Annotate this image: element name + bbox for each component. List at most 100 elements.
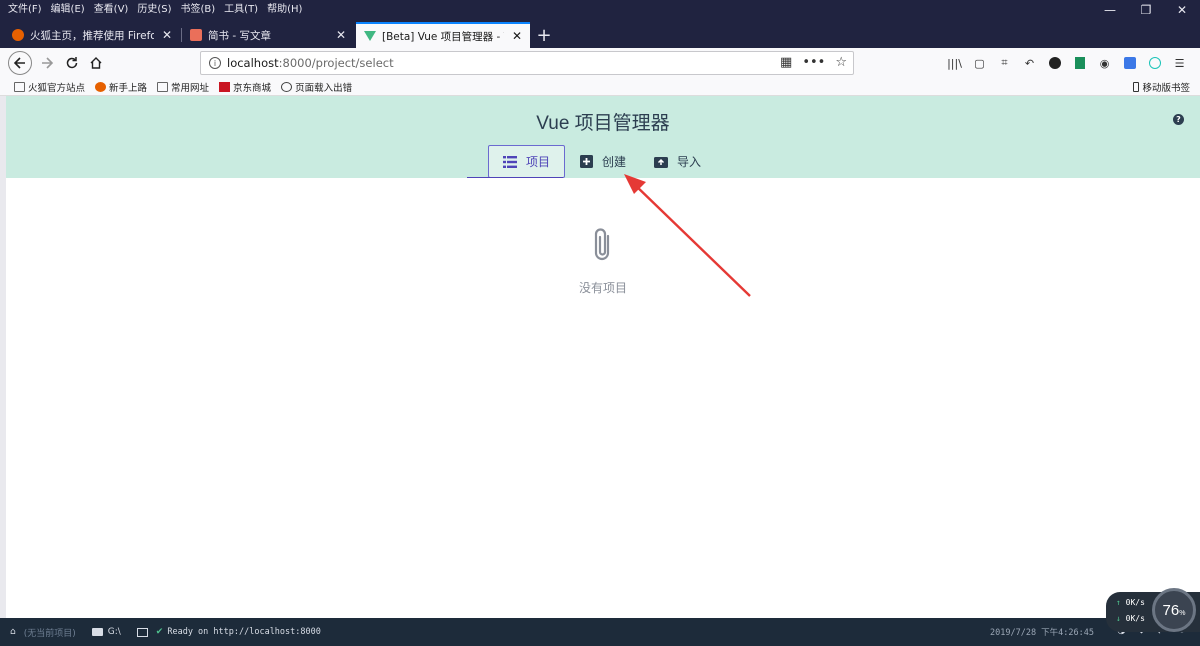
- tab-label: 导入: [677, 155, 702, 169]
- reload-button[interactable]: [61, 52, 83, 74]
- bookmark-item[interactable]: 新手上路: [95, 80, 147, 94]
- list-icon: [503, 155, 517, 168]
- import-icon: [654, 155, 669, 168]
- tab-projects[interactable]: 项目: [488, 145, 566, 178]
- check-icon: ✔: [155, 627, 164, 637]
- translate-icon[interactable]: [1121, 55, 1138, 71]
- gauge-value: 76: [1162, 601, 1180, 619]
- back-arrow-icon: [13, 57, 25, 69]
- bookmark-label: 常用网址: [171, 82, 210, 94]
- menu-item[interactable]: 编辑(E): [51, 0, 85, 15]
- sidebar-icon[interactable]: ▢: [971, 55, 988, 71]
- firefox-icon: [95, 81, 107, 92]
- menu-item[interactable]: 历史(S): [137, 0, 171, 15]
- tab-create[interactable]: 创建: [565, 145, 640, 178]
- page-actions-icon[interactable]: •••: [802, 55, 825, 70]
- bookmark-item[interactable]: 常用网址: [157, 80, 209, 94]
- undo-icon[interactable]: ↶: [1021, 55, 1038, 71]
- bookmark-label: 新手上路: [109, 82, 148, 94]
- toolbar-extensions: |||\ ▢ ⌗ ↶ ◉ ☰: [946, 55, 1188, 71]
- paperclip-icon: [592, 226, 614, 267]
- menu-icon[interactable]: ☰: [1171, 55, 1188, 71]
- home-icon: ⌂: [10, 627, 16, 637]
- home-button[interactable]: [85, 52, 107, 74]
- download-speed: ↓ 0K/s: [1116, 614, 1145, 623]
- app-header: Vue 项目管理器 ? 项目 创建 导入: [6, 96, 1200, 178]
- menu-bar: 文件(F) 编辑(E) 查看(V) 历史(S) 书签(B) 工具(T) 帮助(H): [0, 0, 1200, 15]
- menu-item[interactable]: 工具(T): [224, 0, 258, 15]
- restore-button[interactable]: ❐: [1128, 0, 1164, 20]
- menu-item[interactable]: 查看(V): [94, 0, 129, 15]
- statusbar-log[interactable]: ✔ Ready on http://localhost:8000: [136, 627, 321, 637]
- bookmark-label: 页面载入出错: [295, 82, 353, 94]
- project-tabs: 项目 创建 导入: [488, 145, 715, 178]
- url-host: localhost: [227, 56, 279, 70]
- bookmark-item[interactable]: 京东商城: [219, 80, 271, 94]
- page-title: Vue 项目管理器: [536, 113, 670, 134]
- statusbar-folder[interactable]: G:\: [91, 627, 121, 637]
- navigation-toolbar: i localhost:8000/project/select ▦ ••• ☆ …: [0, 48, 1200, 78]
- mobile-bookmarks[interactable]: 移动版书签: [1133, 80, 1190, 94]
- tab-title: [Beta] Vue 项目管理器 - Vue CLI: [382, 30, 504, 43]
- empty-state-text: 没有项目: [578, 281, 627, 295]
- vue-ui-statusbar: ⌂ (无当前项目) G:\ ✔ Ready on http://localhos…: [0, 618, 1200, 646]
- folder-icon: [14, 81, 25, 92]
- empty-state: 没有项目: [6, 226, 1200, 296]
- extension-dark-circle-icon[interactable]: [1046, 55, 1063, 71]
- console-icon: [136, 627, 148, 637]
- mobile-bookmarks-label: 移动版书签: [1142, 83, 1190, 94]
- extension-green-icon[interactable]: [1071, 55, 1088, 71]
- statusbar-home[interactable]: ⌂ (无当前项目): [10, 626, 76, 639]
- memory-gauge[interactable]: 76%: [1152, 588, 1196, 632]
- browser-tab-firefox-home[interactable]: 火狐主页，推荐使用 Firefox 火狐 ✕: [4, 22, 180, 48]
- bookmark-label: 京东商城: [233, 82, 272, 94]
- home-icon: [90, 57, 102, 69]
- close-window-button[interactable]: ✕: [1164, 0, 1200, 20]
- jd-icon: [219, 81, 231, 92]
- browser-tab-vue-manager[interactable]: [Beta] Vue 项目管理器 - Vue CLI ✕: [356, 22, 530, 48]
- tab-close-icon[interactable]: ✕: [512, 29, 522, 43]
- extension-account-icon[interactable]: ◉: [1096, 55, 1113, 71]
- tab-import[interactable]: 导入: [640, 145, 715, 178]
- phone-icon: [1133, 82, 1140, 92]
- minimize-button[interactable]: —: [1092, 0, 1128, 20]
- tab-title: 火狐主页，推荐使用 Firefox 火狐: [30, 29, 154, 42]
- back-button[interactable]: [8, 51, 32, 75]
- upload-speed: ↑ 0K/s: [1116, 598, 1145, 607]
- library-icon[interactable]: |||\: [946, 55, 963, 71]
- menu-item[interactable]: 书签(B): [181, 0, 216, 15]
- tab-strip: 火狐主页，推荐使用 Firefox 火狐 ✕ 简书 - 写文章 ✕ [Beta]…: [0, 22, 1200, 48]
- qr-code-icon[interactable]: ▦: [780, 55, 792, 70]
- screenshot-icon[interactable]: ⌗: [996, 55, 1013, 71]
- tab-close-icon[interactable]: ✕: [162, 28, 172, 42]
- gauge-unit: %: [1179, 609, 1186, 617]
- new-tab-button[interactable]: +: [534, 22, 554, 48]
- reload-icon: [66, 57, 78, 69]
- menu-item[interactable]: 帮助(H): [267, 0, 302, 15]
- tab-label: 创建: [602, 155, 627, 169]
- current-project-label: (无当前项目): [23, 628, 76, 639]
- forward-button[interactable]: [36, 52, 58, 74]
- current-folder-label: G:\: [107, 627, 121, 637]
- jianshu-favicon-icon: [190, 29, 202, 41]
- bookmark-label: 火狐官方站点: [28, 82, 86, 94]
- site-info-icon[interactable]: i: [209, 57, 221, 69]
- help-icon[interactable]: ?: [1173, 114, 1184, 125]
- browser-tab-jianshu[interactable]: 简书 - 写文章 ✕: [182, 22, 354, 48]
- globe-icon: [281, 81, 293, 92]
- statusbar-time: 2019/7/28 下午4:26:45: [990, 628, 1094, 638]
- menu-item[interactable]: 文件(F): [8, 0, 42, 15]
- bookmark-item[interactable]: 火狐官方站点: [14, 80, 85, 94]
- url-bar[interactable]: i localhost:8000/project/select ▦ ••• ☆: [200, 51, 854, 75]
- bookmark-star-icon[interactable]: ☆: [835, 55, 847, 70]
- extension-teal-icon[interactable]: [1146, 55, 1163, 71]
- bookmark-item[interactable]: 页面载入出错: [281, 80, 352, 94]
- folder-icon: [157, 81, 169, 92]
- window-controls: — ❐ ✕: [1092, 0, 1200, 20]
- active-tab-underline: [467, 177, 563, 178]
- tab-close-icon[interactable]: ✕: [336, 28, 346, 42]
- tab-title: 简书 - 写文章: [208, 29, 271, 42]
- vue-favicon-icon: [364, 31, 376, 41]
- bookmarks-bar: 火狐官方站点 新手上路 常用网址 京东商城 页面载入出错 移动版书签: [0, 78, 1200, 96]
- folder-icon: [91, 628, 103, 636]
